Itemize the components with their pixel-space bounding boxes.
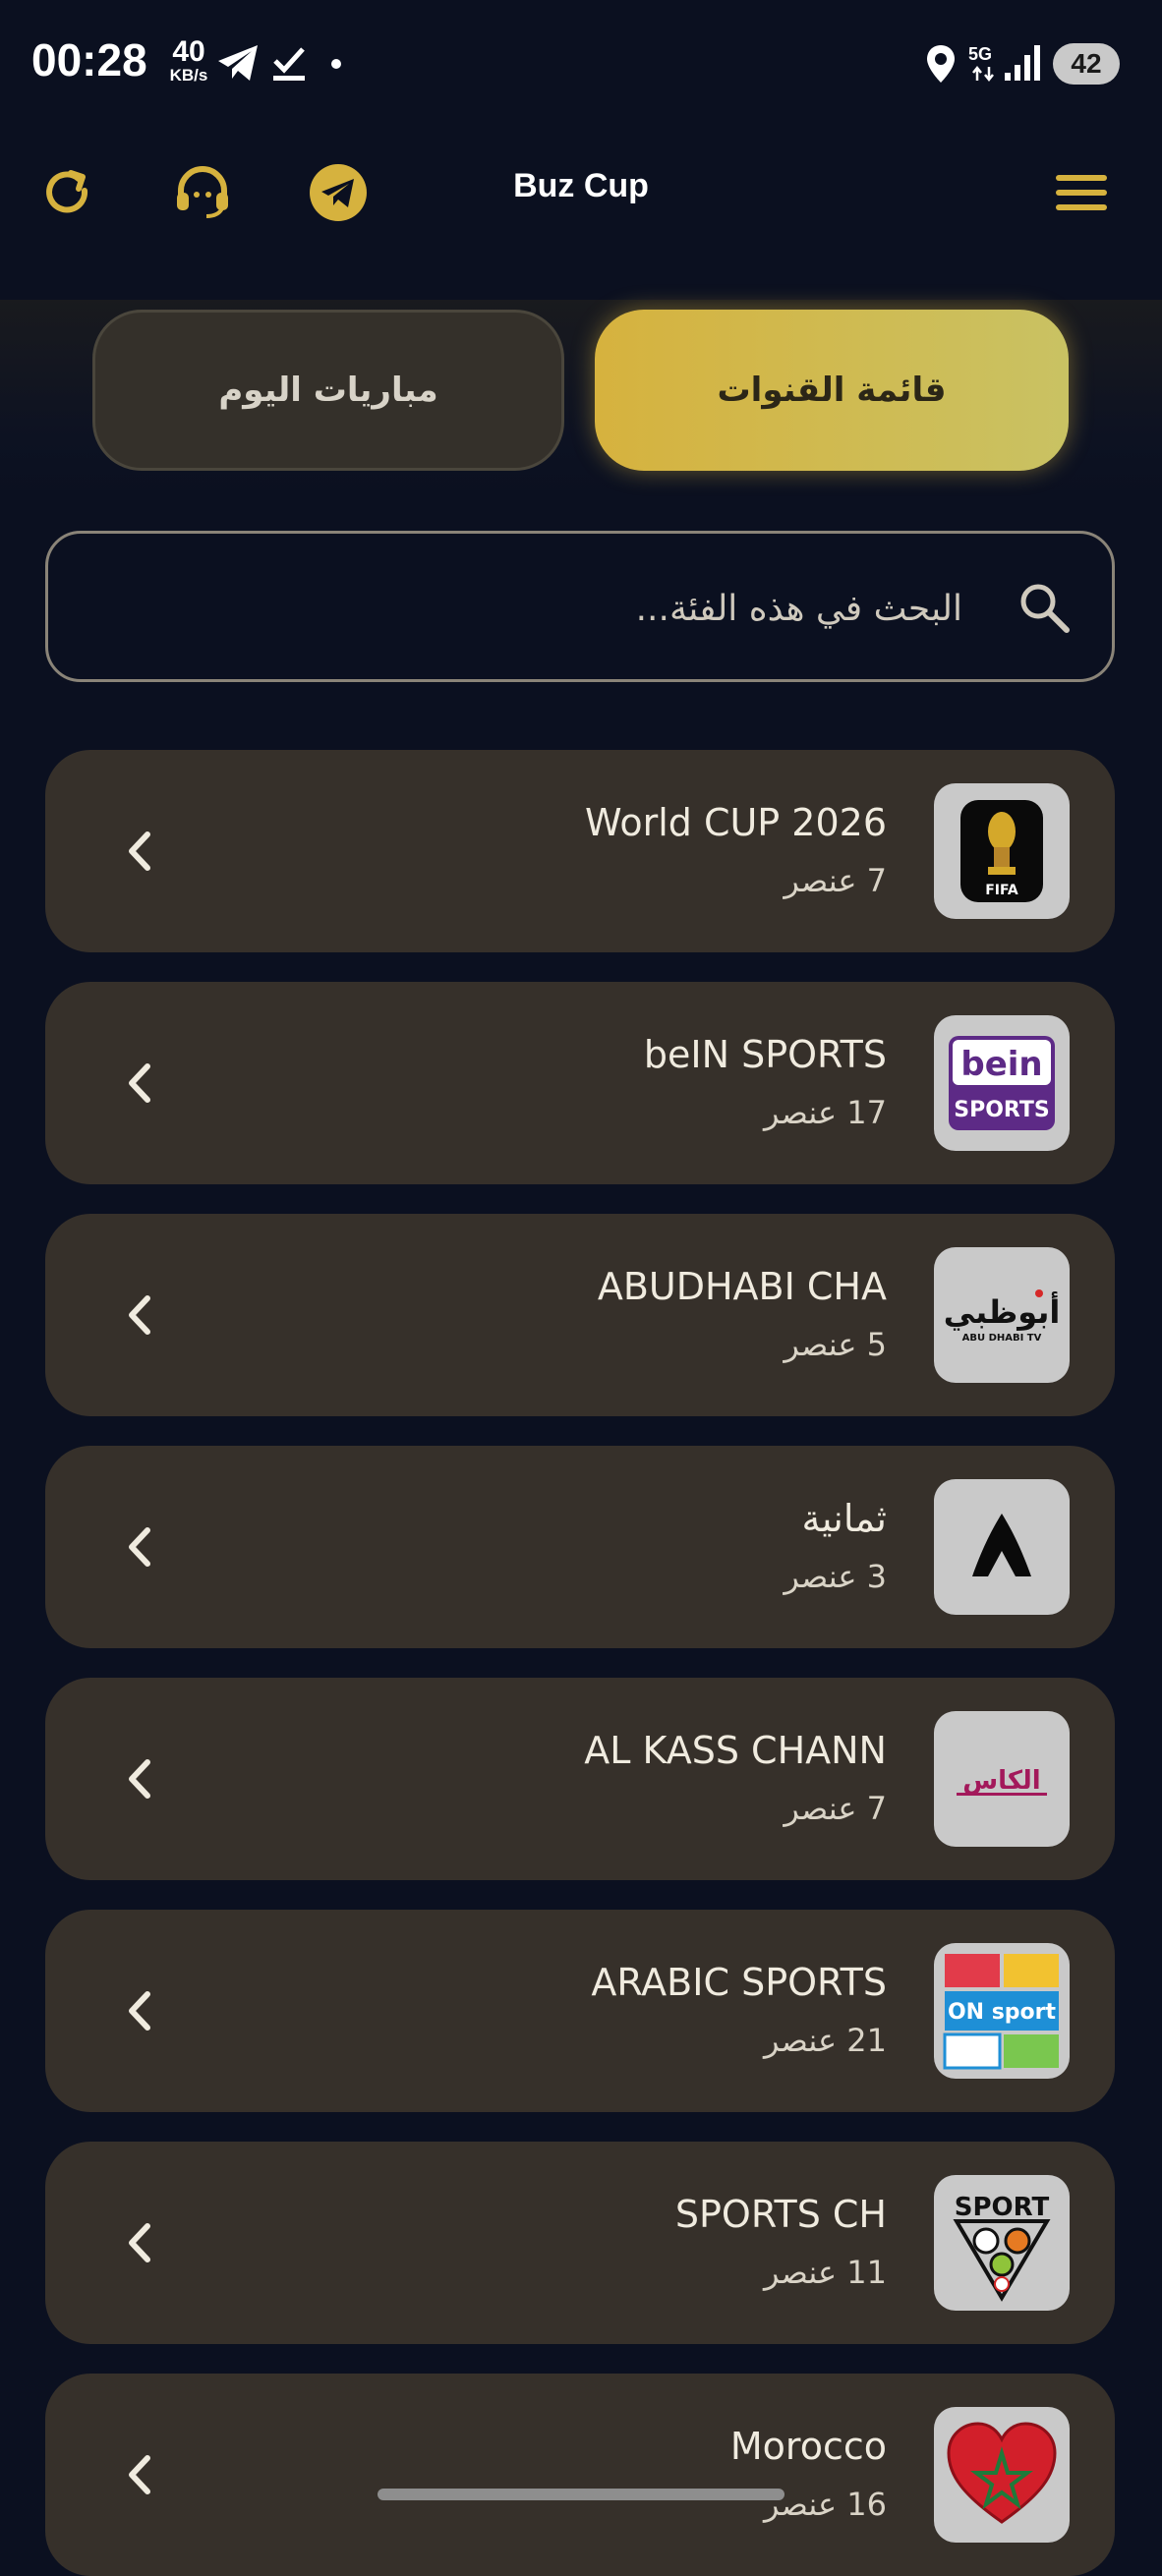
category-row-bein-sports[interactable]: bein SPORTS beIN SPORTS 17 عنصر [45,982,1115,1184]
category-row-abudhabi[interactable]: أبوظبي ABU DHABI TV ABUDHABI CHA 5 عنصر [45,1214,1115,1416]
category-title: AL KASS CHANN [584,1729,887,1772]
sport-balls-logo: SPORT [934,2175,1070,2311]
network-speed-unit: KB/s [169,66,208,85]
category-title: beIN SPORTS [643,1033,887,1076]
onsport-logo-text: ON sport [948,2000,1057,2025]
category-count: 7 عنصر [784,1790,887,1827]
tab-todays-matches[interactable]: مباريات اليوم [92,310,564,471]
location-icon [924,43,958,88]
status-bar: 00:28 40 KB/s 5G 42 [0,0,1162,128]
tab-channels-list[interactable]: قائمة القنوات [595,310,1069,471]
abudhabi-logo-subtext: ABU DHABI TV [962,1333,1042,1344]
menu-icon [1054,171,1109,218]
chevron-left-icon [124,2220,153,2269]
category-count: 5 عنصر [784,1326,887,1363]
category-title: Morocco [729,2425,887,2468]
thmanyah-logo [934,1479,1070,1615]
app-bar: Buz Cup [0,128,1162,300]
abudhabi-logo-text: أبوظبي [944,1291,1061,1331]
category-row-arabic-sports[interactable]: ON sport ARABIC SPORTS 21 عنصر [45,1910,1115,2112]
bein-logo-text: bein [960,1045,1042,1084]
category-row-thmanyah[interactable]: ثمانية 3 عنصر [45,1446,1115,1648]
menu-button[interactable] [1042,155,1121,234]
category-title: SPORTS CH [674,2193,887,2236]
chevron-left-icon [124,1292,153,1342]
chevron-left-icon [124,1060,153,1110]
category-count: 21 عنصر [763,2022,887,2059]
category-title: ARABIC SPORTS [591,1961,887,2004]
category-row-sports-ch[interactable]: SPORT SPORTS CH 11 عنصر [45,2142,1115,2344]
telegram-notification-icon [216,43,260,86]
alkass-logo: الكاس [934,1711,1070,1847]
abu-dhabi-tv-logo: أبوظبي ABU DHABI TV [934,1247,1070,1383]
notification-dot-icon [331,59,341,69]
network-type: 5G [968,44,993,64]
category-row-world-cup[interactable]: 2 FIFA World CUP 2026 7 عنصر [45,750,1115,952]
svg-text:FIFA: FIFA [985,883,1018,898]
chevron-left-icon [124,2452,153,2501]
morocco-heart-flag-logo [934,2407,1070,2543]
fifa-world-cup-2026-logo: 2 FIFA [934,783,1070,919]
bein-sports-logo: bein SPORTS [934,1015,1070,1151]
content-area: مباريات اليوم قائمة القنوات 2 FIFA World… [0,300,1162,2576]
category-row-alkass[interactable]: الكاس AL KASS CHANN 7 عنصر [45,1678,1115,1880]
category-title: ABUDHABI CHA [597,1265,887,1308]
chevron-left-icon [124,829,153,878]
sport-logo-text: SPORT [955,2193,1050,2222]
status-time: 00:28 [31,34,147,86]
task-done-icon [271,43,307,86]
search-icon[interactable] [1017,581,1071,638]
category-count: 11 عنصر [763,2254,887,2291]
data-arrows-icon [971,65,995,86]
chevron-left-icon [124,1524,153,1574]
app-title: Buz Cup [513,167,649,204]
chevron-left-icon [124,1756,153,1805]
chevron-left-icon [124,1988,153,2037]
category-count: 17 عنصر [763,1094,887,1131]
arabic-sports-collage-logo: ON sport [934,1943,1070,2079]
category-row-morocco[interactable]: Morocco 16 عنصر [45,2374,1115,2576]
search-input[interactable] [213,577,964,640]
search-box [45,531,1115,682]
network-speed: 40 KB/s [163,35,214,85]
network-speed-value: 40 [172,35,205,68]
category-title: ثمانية [801,1497,887,1540]
category-title: World CUP 2026 [584,801,887,844]
signal-icon [1003,43,1044,86]
bein-logo-subtext: SPORTS [954,1098,1049,1122]
category-count: 7 عنصر [784,862,887,899]
home-indicator[interactable] [378,2489,784,2500]
battery-indicator: 42 [1053,43,1120,85]
alkass-logo-text: الكاس [962,1766,1040,1796]
category-count: 3 عنصر [784,1558,887,1595]
